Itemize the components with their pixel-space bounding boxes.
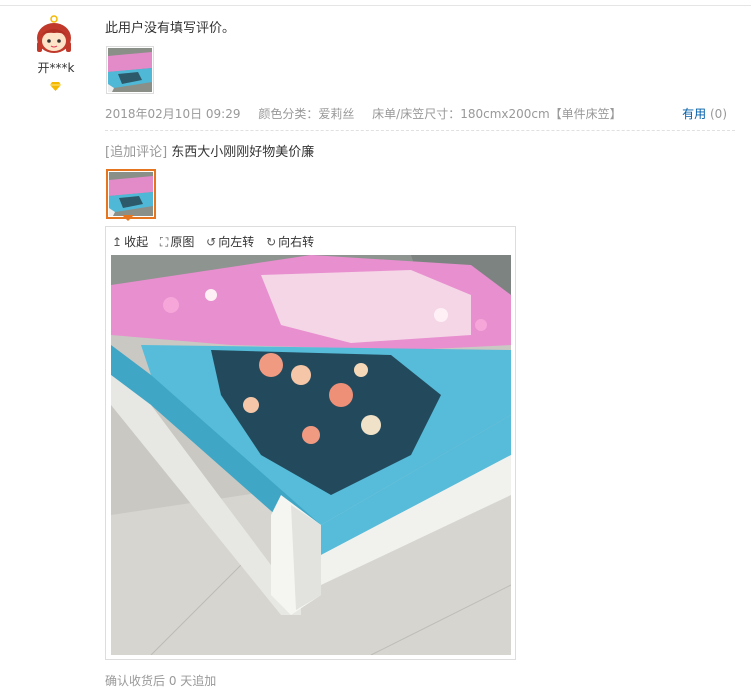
arrow-up-icon: ↥ <box>112 235 123 249</box>
review-text: 此用户没有填写评价。 <box>105 21 236 36</box>
bed-photo-thumbnail-icon <box>108 48 152 92</box>
useful-button[interactable]: 有用 <box>682 107 706 121</box>
append-image-thumbnail-selected[interactable] <box>106 169 156 219</box>
original-image-button[interactable]: ⛶ 原图 <box>160 233 194 250</box>
review-photo-large[interactable] <box>111 255 511 655</box>
useful-vote[interactable]: 有用 (0) <box>682 105 727 122</box>
review-date: 2018年02月10日 09:29 <box>105 107 241 121</box>
append-review: [追加评论] 东西大小刚刚好物美价廉 <box>105 141 314 160</box>
user-name: 开***k <box>37 61 75 75</box>
review-meta: 2018年02月10日 09:29 颜色分类：爱莉丝 床单/床笠尺寸：180cm… <box>105 105 636 122</box>
collapse-button[interactable]: ↥ 收起 <box>112 233 148 250</box>
viewer-toolbar: ↥ 收起 ⛶ 原图 ↺ 向左转 ↻ 向右转 <box>112 233 322 251</box>
rotate-left-button[interactable]: ↺ 向左转 <box>206 233 254 250</box>
original-label: 原图 <box>170 235 195 249</box>
diamond-icon <box>50 80 61 91</box>
rotate-left-label: 向左转 <box>218 235 255 249</box>
image-viewer: ↥ 收起 ⛶ 原图 ↺ 向左转 ↻ 向右转 <box>105 226 516 660</box>
bed-photo-thumbnail-icon <box>109 172 153 216</box>
product-color: 颜色分类：爱莉丝 <box>258 107 355 121</box>
rotate-left-icon: ↺ <box>206 235 217 249</box>
rotate-right-icon: ↻ <box>266 235 277 249</box>
product-size: 床单/床笠尺寸：180cmx200cm【单件床笠】 <box>372 107 622 121</box>
expand-icon: ⛶ <box>159 235 169 249</box>
dashed-divider <box>105 130 735 131</box>
cartoon-girl-avatar-icon <box>37 15 71 53</box>
user-avatar[interactable] <box>32 14 76 56</box>
bed-photo-illustration <box>111 255 511 655</box>
top-divider <box>0 5 751 6</box>
rotate-right-button[interactable]: ↻ 向右转 <box>266 233 314 250</box>
collapse-label: 收起 <box>124 235 149 249</box>
append-label: [追加评论] <box>105 145 168 160</box>
append-text: 东西大小刚刚好物美价廉 <box>171 145 315 160</box>
selected-thumbnail-arrow <box>122 215 134 221</box>
rotate-right-label: 向右转 <box>278 235 315 249</box>
useful-count: (0) <box>710 107 727 121</box>
append-timing-note: 确认收货后 0 天追加 <box>105 674 217 688</box>
review-image-thumbnail[interactable] <box>106 46 154 94</box>
